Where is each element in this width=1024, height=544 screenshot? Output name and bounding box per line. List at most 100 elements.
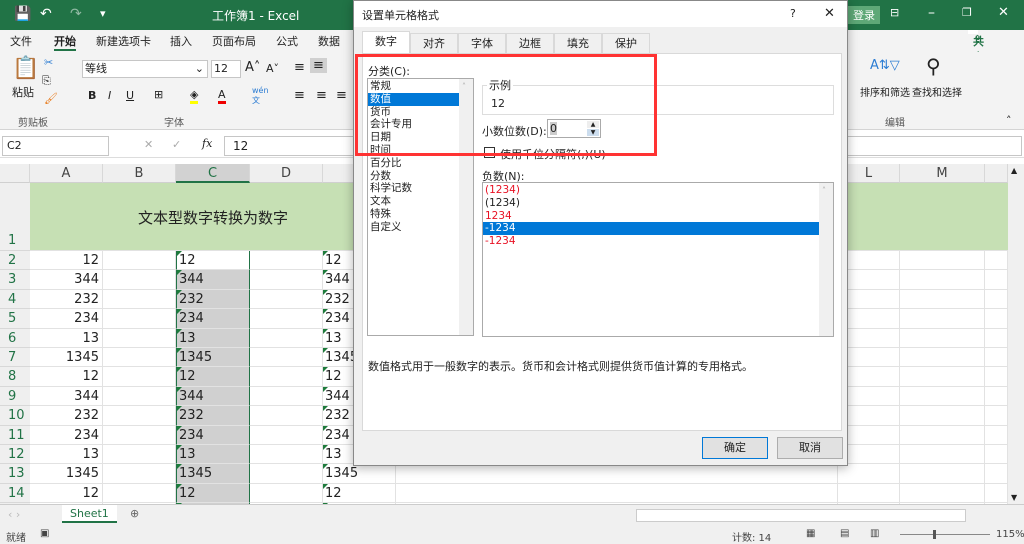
scroll-up-icon[interactable]: ▲ (1011, 166, 1017, 175)
empty-cell[interactable] (900, 328, 985, 348)
cell-b7[interactable] (103, 348, 176, 368)
dialog-tab-alignment[interactable]: 对齐 (410, 33, 458, 54)
italic-button[interactable]: I (108, 89, 111, 102)
empty-cell[interactable] (396, 483, 838, 504)
tab-home[interactable]: 开始 (54, 33, 76, 51)
cell-d11[interactable] (250, 425, 323, 445)
cell-d9[interactable] (250, 386, 323, 407)
macro-record-icon[interactable]: ▣ (40, 528, 49, 539)
font-name-select[interactable]: 等线 ⌄ (82, 60, 208, 78)
paste-button[interactable]: 粘贴 (12, 84, 34, 100)
cell-a3[interactable]: 344 (30, 270, 103, 290)
function-icon[interactable]: fx (202, 137, 212, 150)
restore-icon[interactable]: ❐ (962, 6, 972, 19)
category-item[interactable]: 科学记数 (368, 182, 460, 195)
cell-a4[interactable]: 232 (30, 289, 103, 310)
cell-c4[interactable]: 232 (176, 289, 250, 310)
zoom-slider[interactable] (900, 530, 990, 539)
page-layout-view-icon[interactable]: ▤ (840, 528, 849, 539)
tab-data[interactable]: 数据 (318, 33, 340, 49)
spin-up-icon[interactable]: ▲ (587, 121, 599, 128)
name-box[interactable]: C2 (2, 136, 109, 156)
empty-cell[interactable] (838, 464, 900, 484)
empty-cell[interactable] (900, 348, 985, 368)
category-item[interactable]: 分数 (368, 170, 460, 183)
cell-c8[interactable]: 12 (176, 367, 250, 387)
sort-filter-button[interactable]: 排序和筛选 (860, 84, 910, 99)
category-item[interactable]: 常规 (368, 80, 460, 93)
minimize-icon[interactable]: – (928, 5, 935, 21)
copy-icon[interactable]: ⎘ (42, 74, 51, 88)
empty-cell[interactable] (985, 425, 1008, 445)
cell-a10[interactable]: 232 (30, 406, 103, 426)
cell-c14[interactable]: 12 (176, 483, 250, 504)
cell-d12[interactable] (250, 445, 323, 465)
empty-cell[interactable] (900, 309, 985, 329)
row-header-1[interactable]: 1 (0, 183, 30, 251)
undo-icon[interactable]: ↶ (40, 6, 52, 22)
empty-cell[interactable] (900, 367, 985, 387)
cell-e13[interactable]: 1345 (323, 464, 396, 484)
cell-a13[interactable]: 1345 (30, 464, 103, 484)
help-button[interactable]: ? (790, 7, 796, 20)
cell-b5[interactable] (103, 309, 176, 329)
negative-format-item[interactable]: (1234) (483, 197, 821, 210)
sheet-nav-icon[interactable]: ‹ › (8, 508, 20, 521)
ribbon-display-icon[interactable]: ⊟ (890, 6, 899, 19)
column-header-n[interactable] (985, 164, 1008, 183)
cell-a7[interactable]: 1345 (30, 348, 103, 368)
dialog-tab-fill[interactable]: 填充 (554, 33, 602, 54)
cell-a2[interactable]: 12 (30, 251, 103, 271)
decrease-font-icon[interactable]: A˅ (266, 62, 279, 75)
cell-c5[interactable]: 234 (176, 309, 250, 329)
cancel-icon[interactable]: ✕ (144, 138, 153, 151)
cell-c3[interactable]: 344 (176, 270, 250, 290)
underline-button[interactable]: U (126, 89, 134, 102)
category-item[interactable]: 特殊 (368, 208, 460, 221)
cell-c7[interactable]: 1345 (176, 348, 250, 368)
row-header-10[interactable]: 10 (0, 406, 30, 426)
cancel-button[interactable]: 取消 (777, 437, 843, 459)
row-header-12[interactable]: 12 (0, 445, 30, 465)
row-header-11[interactable]: 11 (0, 425, 30, 445)
bold-button[interactable]: B (88, 89, 96, 102)
cut-icon[interactable]: ✂ (44, 56, 53, 69)
cell-c2[interactable]: 12 (176, 251, 250, 271)
category-item[interactable]: 文本 (368, 195, 460, 208)
cell-a5[interactable]: 234 (30, 309, 103, 329)
login-button[interactable]: 登录 (848, 6, 880, 24)
empty-cell[interactable] (985, 406, 1008, 426)
empty-cell[interactable] (900, 386, 985, 407)
tab-insert[interactable]: 插入 (170, 33, 192, 49)
cell-b4[interactable] (103, 289, 176, 310)
align-middle-icon[interactable]: ≡ (310, 58, 327, 73)
cell-c13[interactable]: 1345 (176, 464, 250, 484)
paste-icon[interactable]: 📋 (12, 56, 39, 81)
cell-d14[interactable] (250, 483, 323, 504)
fill-color-icon[interactable]: ◈ (190, 88, 199, 104)
search-icon[interactable]: ⚲ (926, 54, 941, 78)
cell-a11[interactable]: 234 (30, 425, 103, 445)
sort-filter-icon[interactable]: A⇅▽ (870, 58, 900, 73)
dialog-tab-border[interactable]: 边框 (506, 33, 554, 54)
category-item[interactable]: 时间 (368, 144, 460, 157)
cell-b14[interactable] (103, 483, 176, 504)
negative-list-scrollbar[interactable]: ˄ (819, 183, 833, 336)
cell-d2[interactable] (250, 251, 323, 271)
cell-c6[interactable]: 13 (176, 328, 250, 348)
find-select-button[interactable]: 查找和选择 (912, 84, 962, 99)
empty-cell[interactable] (900, 251, 985, 271)
row-header-5[interactable]: 5 (0, 309, 30, 329)
row-header-4[interactable]: 4 (0, 289, 30, 310)
empty-cell[interactable] (900, 406, 985, 426)
horizontal-scrollbar[interactable] (636, 509, 966, 522)
tab-file[interactable]: 文件 (10, 33, 32, 49)
cell-d10[interactable] (250, 406, 323, 426)
zoom-level[interactable]: 115% (996, 529, 1024, 540)
font-color-icon[interactable]: A (218, 88, 226, 104)
negative-format-item[interactable]: -1234 (483, 235, 821, 248)
scroll-down-icon[interactable]: ▼ (1011, 493, 1017, 502)
align-top-icon[interactable]: ≡ (294, 60, 305, 75)
row-header-9[interactable]: 9 (0, 386, 30, 407)
cell-a14[interactable]: 12 (30, 483, 103, 504)
